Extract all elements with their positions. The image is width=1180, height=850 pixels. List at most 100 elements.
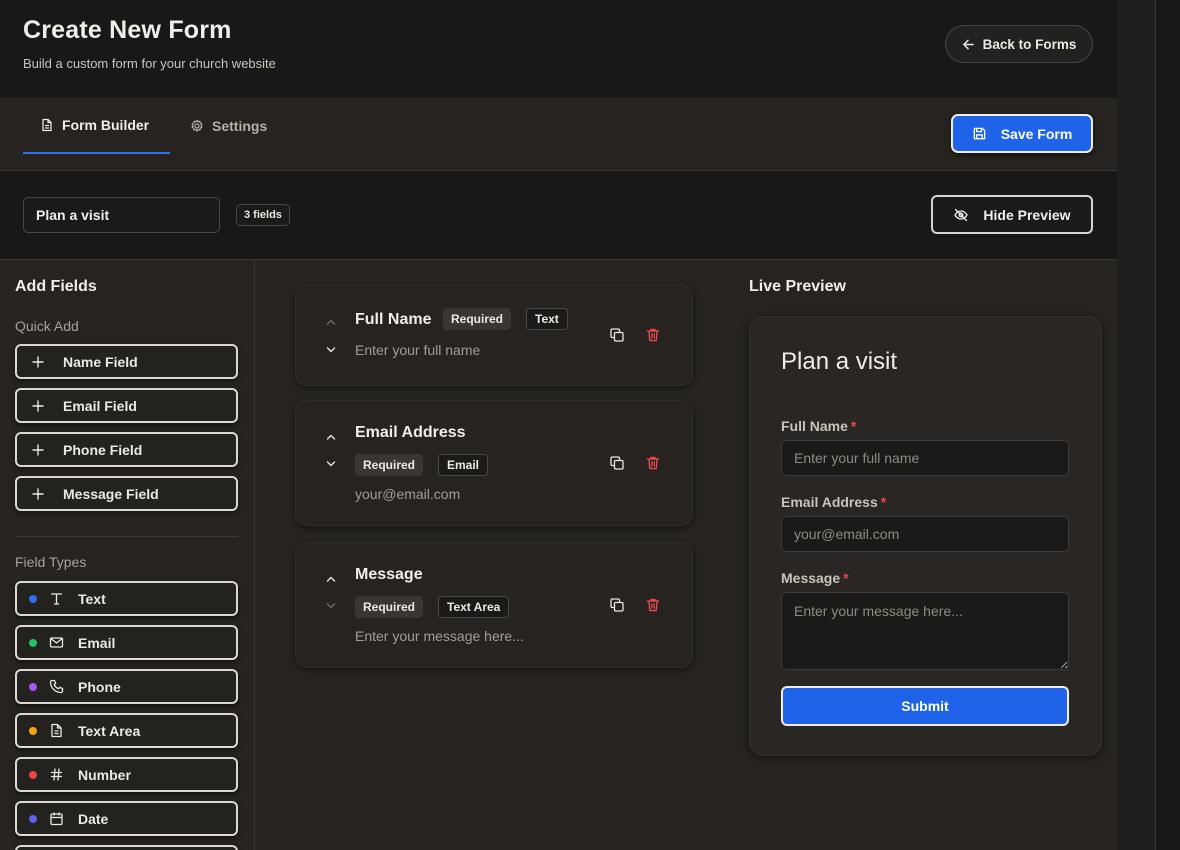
save-form-button[interactable]: Save Form [951,114,1093,153]
preview-email-input[interactable] [781,516,1069,552]
tab-form-builder-label: Form Builder [62,117,150,133]
trash-icon[interactable] [645,455,661,471]
trash-icon[interactable] [645,327,661,343]
color-dot [29,638,37,647]
duplicate-icon[interactable] [609,327,625,343]
required-marker: * [850,418,857,434]
required-badge: Required [443,308,512,330]
preview-field-label: Full Name * [781,418,856,434]
plus-icon [32,487,44,500]
color-dot [29,594,37,603]
field-card-full-name[interactable]: Full Name Required Text Enter your full … [295,284,693,386]
arrow-left-icon [962,39,974,49]
calendar-icon [50,812,63,826]
preview-label-text: Message [781,570,841,586]
save-form-label: Save Form [1000,125,1073,142]
field-type-label: Text Area [78,722,141,739]
color-dot [29,682,37,691]
hash-icon [50,768,63,781]
field-type-badge: Email [438,454,489,476]
color-dot [29,770,37,779]
preview-label-text: Email Address [781,494,878,510]
field-type-label: Text [78,590,106,607]
field-type-label: Date [78,810,109,827]
quick-add-label: Email Field [63,397,137,414]
field-type-number-button[interactable]: Number [15,757,238,792]
move-up-icon[interactable] [325,573,337,585]
form-builder-app: Create New Form Build a custom form for … [0,0,1117,850]
quick-add-label: Message Field [63,485,159,502]
quick-add-email-field-button[interactable]: Email Field [15,388,238,423]
quick-add-name-field-button[interactable]: Name Field [15,344,238,379]
back-to-forms-label: Back to Forms [982,36,1077,52]
field-placeholder: your@email.com [355,486,461,502]
field-type-phone-button[interactable]: Phone [15,669,238,704]
required-badge: Required [355,454,424,476]
field-types-heading: Field Types [15,554,87,570]
hide-preview-button[interactable]: Hide Preview [931,195,1093,234]
preview-label-text: Full Name [781,418,848,434]
sidebar-divider [15,536,238,537]
scroll-area [1156,0,1180,850]
field-type-date-button[interactable]: Date [15,801,238,836]
duplicate-icon[interactable] [609,597,625,613]
move-up-icon[interactable] [325,431,337,443]
text-icon [50,593,63,605]
save-icon [973,127,986,140]
move-up-icon[interactable] [325,316,337,328]
field-type-badge: Text Area [438,596,510,618]
move-down-icon[interactable] [325,458,337,470]
page-title: Create New Form [23,16,232,44]
plus-icon [32,399,44,412]
page-subtitle: Build a custom form for your church webs… [23,56,276,71]
color-dot [29,814,37,823]
preview-form-title: Plan a visit [781,348,898,375]
field-type-badge: Text [526,308,568,330]
field-type-text-button[interactable]: Text [15,581,238,616]
preview-message-textarea[interactable] [781,592,1069,670]
color-dot [29,726,37,735]
hide-preview-label: Hide Preview [983,206,1071,223]
field-type-label: Email [78,634,116,651]
document-icon [51,723,62,738]
field-count-badge: 3 fields [236,204,290,226]
add-fields-heading: Add Fields [15,278,97,295]
field-name: Full Name [355,311,432,328]
plus-icon [32,443,44,456]
field-type-more-button[interactable] [15,845,238,850]
preview-field-label: Message * [781,570,849,586]
field-card-message[interactable]: Message Required Text Area Enter your me… [295,542,693,668]
field-placeholder: Enter your message here... [355,628,524,644]
quick-add-label: Name Field [63,353,138,370]
trash-icon[interactable] [645,597,661,613]
duplicate-icon[interactable] [609,455,625,471]
mail-icon [49,637,64,648]
move-down-icon[interactable] [325,344,337,356]
preview-submit-button[interactable]: Submit [781,686,1069,726]
eye-off-icon [954,208,969,221]
field-type-text-area-button[interactable]: Text Area [15,713,238,748]
field-type-label: Number [78,766,131,783]
live-preview-card: Plan a visit Full Name* Email Address* M… [749,316,1102,756]
tab-bar: Form Builder Settings Save Form [0,98,1117,171]
back-to-forms-button[interactable]: Back to Forms [945,25,1093,63]
plus-icon [32,355,44,368]
tab-settings[interactable]: Settings [190,98,267,154]
quick-add-message-field-button[interactable]: Message Field [15,476,238,511]
required-marker: * [843,570,849,586]
field-type-email-button[interactable]: Email [15,625,238,660]
field-placeholder: Enter your full name [355,342,481,358]
form-toolbar: 3 fields Hide Preview [0,171,1117,260]
form-name-input[interactable] [23,197,220,233]
required-badge: Required [355,596,424,618]
field-card-email-address[interactable]: Email Address Required Email your@email.… [295,400,693,526]
quick-add-heading: Quick Add [15,318,79,334]
quick-add-label: Phone Field [63,441,143,458]
move-down-icon[interactable] [325,600,337,612]
tab-form-builder[interactable]: Form Builder [23,98,170,154]
preview-field-label: Email Address * [781,494,886,510]
page-header: Create New Form Build a custom form for … [0,0,1117,98]
preview-full-name-input[interactable] [781,440,1069,476]
quick-add-phone-field-button[interactable]: Phone Field [15,432,238,467]
phone-icon [49,679,64,694]
